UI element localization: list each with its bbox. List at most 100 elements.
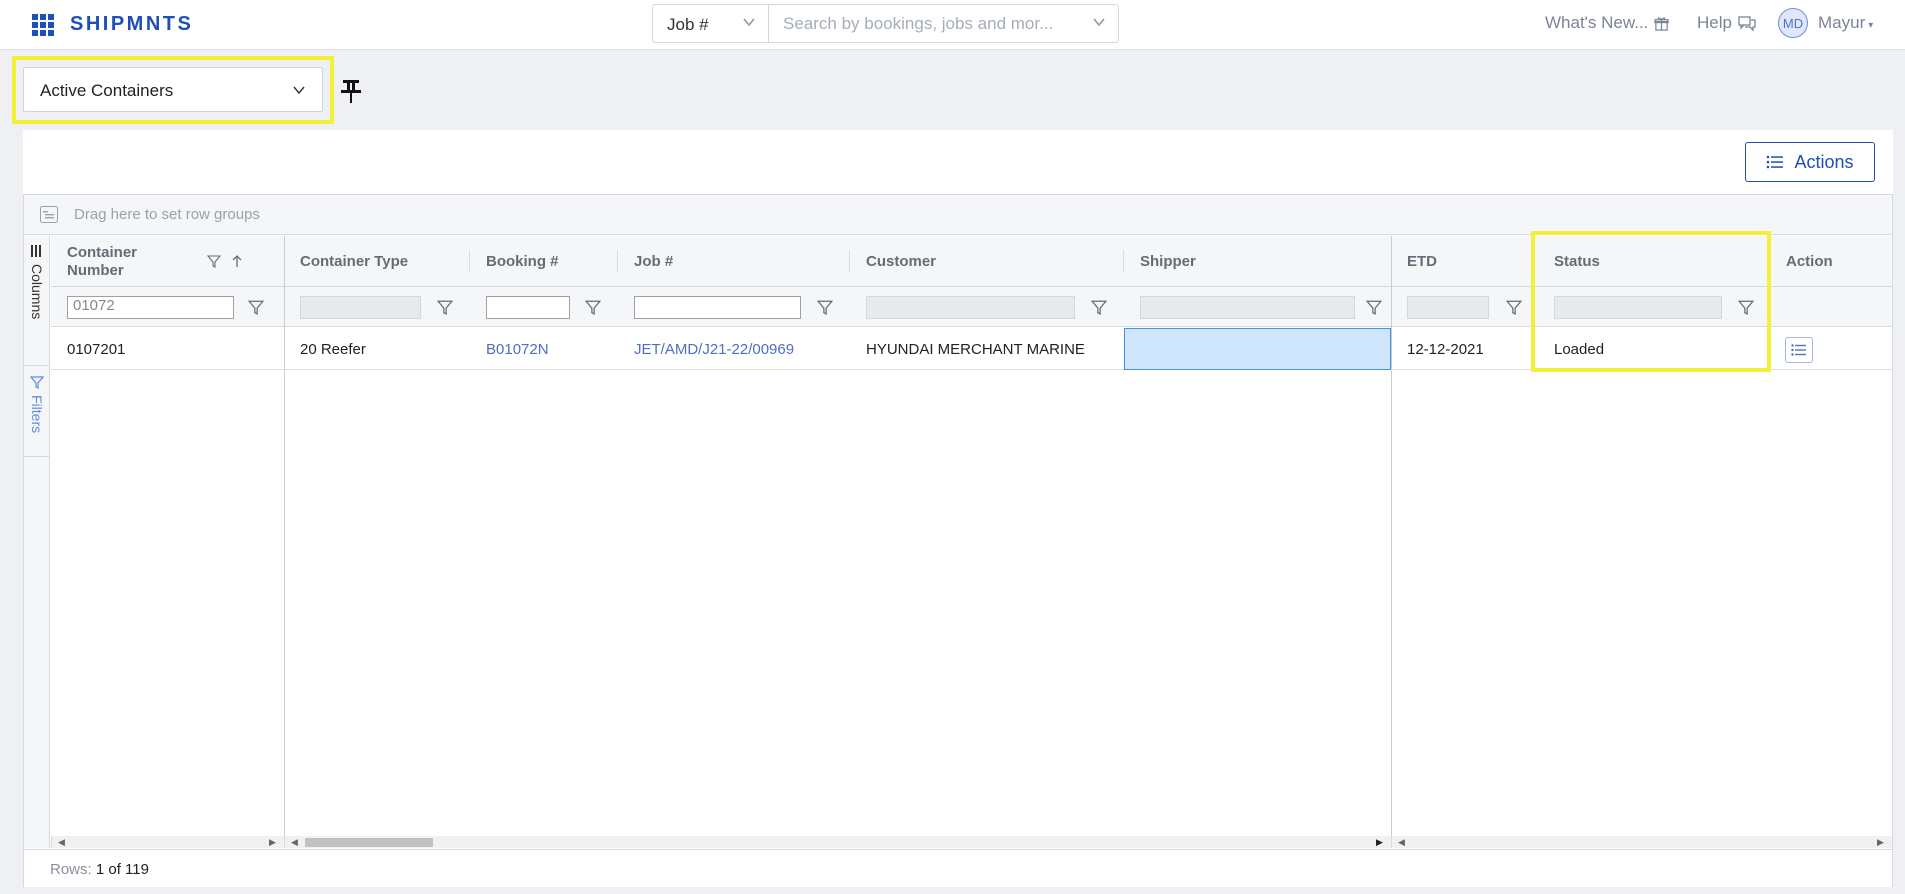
cell-job-link[interactable]: JET/AMD/J21-22/00969 — [618, 328, 850, 370]
header-container-number-label: Container Number — [67, 243, 138, 279]
filter-shipper — [1124, 287, 1391, 327]
side-tool-panel: Columns Filters — [24, 236, 50, 848]
cell-customer[interactable]: HYUNDAI MERCHANT MARINE — [850, 328, 1124, 370]
caret-down-icon: ▾ — [1868, 20, 1874, 31]
header-customer[interactable]: Customer — [850, 236, 1124, 287]
header-container-number[interactable]: Container Number — [51, 236, 284, 287]
filter-icon[interactable] — [1366, 299, 1382, 315]
filter-job-input[interactable] — [634, 296, 801, 319]
avatar[interactable]: MD — [1778, 8, 1808, 38]
global-search[interactable] — [769, 4, 1119, 43]
scrollbar-track-center[interactable]: ◀ ▶ — [284, 836, 1391, 848]
filter-customer — [850, 287, 1124, 327]
tab-columns[interactable]: Columns — [24, 236, 50, 366]
row-group-hint: Drag here to set row groups — [74, 206, 260, 223]
cell-etd[interactable]: 12-12-2021 — [1391, 328, 1538, 370]
filter-icon[interactable] — [817, 299, 833, 315]
scrollbar-track-left[interactable]: ◀ ▶ — [51, 836, 284, 848]
help-link[interactable]: Help — [1697, 13, 1756, 33]
header-row: Container Number Container Type Booking … — [51, 236, 1892, 287]
scroll-right-icon[interactable]: ▶ — [1877, 837, 1884, 848]
filter-icon[interactable] — [1091, 299, 1107, 315]
cell-status[interactable]: Loaded — [1538, 328, 1770, 370]
pin-icon[interactable] — [340, 78, 362, 104]
filter-container-number-input[interactable]: 01072 — [67, 296, 234, 319]
header-booking[interactable]: Booking # — [470, 236, 618, 287]
filter-customer-input — [866, 296, 1075, 319]
filter-row: 01072 — [51, 287, 1892, 327]
scroll-left-icon[interactable]: ◀ — [1398, 837, 1405, 848]
arrow-up-icon[interactable] — [231, 254, 243, 268]
actions-button[interactable]: Actions — [1745, 142, 1875, 182]
filter-container-type-input — [300, 296, 421, 319]
data-grid: Drag here to set row groups Columns Filt… — [23, 194, 1893, 887]
row-group-dropzone[interactable]: Drag here to set row groups — [24, 195, 1892, 235]
user-menu[interactable]: Mayur ▾ — [1818, 13, 1873, 33]
help-label: Help — [1697, 13, 1732, 32]
grid-footer: Rows: 1 of 119 — [24, 849, 1892, 887]
cell-container-type[interactable]: 20 Reefer — [284, 328, 470, 370]
filter-etd — [1391, 287, 1538, 327]
chevron-down-icon — [292, 83, 306, 102]
filter-container-type — [284, 287, 470, 327]
filter-booking — [470, 287, 618, 327]
scroll-right-icon[interactable]: ▶ — [269, 837, 276, 848]
whats-new-label: What's New... — [1545, 13, 1649, 32]
filter-icon[interactable] — [1738, 299, 1754, 315]
horizontal-scrollbar: ◀ ▶ ◀ ▶ ◀ ▶ — [51, 836, 1892, 848]
filter-container-number: 01072 — [51, 287, 284, 327]
filter-icon[interactable] — [585, 299, 601, 315]
gift-icon — [1654, 16, 1670, 31]
filter-icon[interactable] — [207, 254, 221, 268]
cell-container-number[interactable]: 0107201 — [51, 328, 284, 370]
cell-booking-link[interactable]: B01072N — [470, 328, 618, 370]
search-type-select[interactable]: Job # — [652, 4, 769, 43]
chevron-down-icon[interactable] — [1092, 15, 1106, 34]
scroll-right-icon[interactable]: ▶ — [1376, 837, 1383, 848]
grid-body: Container Number Container Type Booking … — [51, 236, 1892, 848]
row-group-icon — [40, 206, 58, 223]
view-selector[interactable]: Active Containers — [23, 67, 323, 112]
chevron-down-icon — [742, 15, 756, 34]
filter-icon[interactable] — [1506, 299, 1522, 315]
tab-columns-label: Columns — [29, 264, 45, 320]
header-status[interactable]: Status — [1538, 236, 1770, 287]
grid-apps-icon[interactable] — [32, 14, 54, 36]
filter-booking-input[interactable] — [486, 296, 570, 319]
chat-icon — [1738, 15, 1756, 31]
header-etd[interactable]: ETD — [1391, 236, 1538, 287]
filter-shipper-input — [1140, 296, 1355, 319]
scroll-left-icon[interactable]: ◀ — [58, 837, 65, 848]
header-shipper[interactable]: Shipper — [1124, 236, 1391, 287]
app-logo[interactable]: SHIPMNTS — [70, 13, 193, 36]
row-action-button[interactable] — [1785, 337, 1813, 363]
row-count: Rows: 1 of 119 — [50, 861, 149, 878]
tab-filters[interactable]: Filters — [24, 367, 50, 457]
top-bar: SHIPMNTS Job # What's New... Help MD May… — [0, 0, 1905, 50]
actions-label: Actions — [1794, 151, 1854, 172]
header-container-type[interactable]: Container Type — [284, 236, 470, 287]
list-icon — [1767, 155, 1784, 169]
columns-icon — [31, 245, 41, 257]
tab-filters-label: Filters — [29, 395, 45, 434]
view-selector-label: Active Containers — [40, 81, 174, 100]
whats-new-link[interactable]: What's New... — [1545, 13, 1670, 33]
scrollbar-thumb[interactable] — [305, 838, 433, 847]
filter-status-input — [1554, 296, 1722, 319]
search-type-label: Job # — [667, 15, 709, 34]
filter-icon[interactable] — [437, 299, 453, 315]
cell-shipper[interactable] — [1124, 328, 1391, 370]
filter-icon[interactable] — [248, 299, 264, 315]
table-row[interactable]: 0107201 20 Reefer B01072N JET/AMD/J21-22… — [51, 328, 1892, 370]
list-icon — [1791, 344, 1806, 356]
header-job[interactable]: Job # — [618, 236, 850, 287]
main-panel: Actions Drag here to set row groups Colu… — [23, 130, 1893, 887]
search-input[interactable] — [783, 13, 1083, 35]
header-action: Action — [1786, 253, 1833, 270]
filter-status — [1538, 287, 1770, 327]
scrollbar-track-right[interactable]: ◀ ▶ — [1391, 836, 1892, 848]
filter-etd-input — [1407, 296, 1489, 319]
filter-job — [618, 287, 850, 327]
user-name: Mayur — [1818, 13, 1866, 32]
scroll-left-icon[interactable]: ◀ — [291, 837, 298, 848]
